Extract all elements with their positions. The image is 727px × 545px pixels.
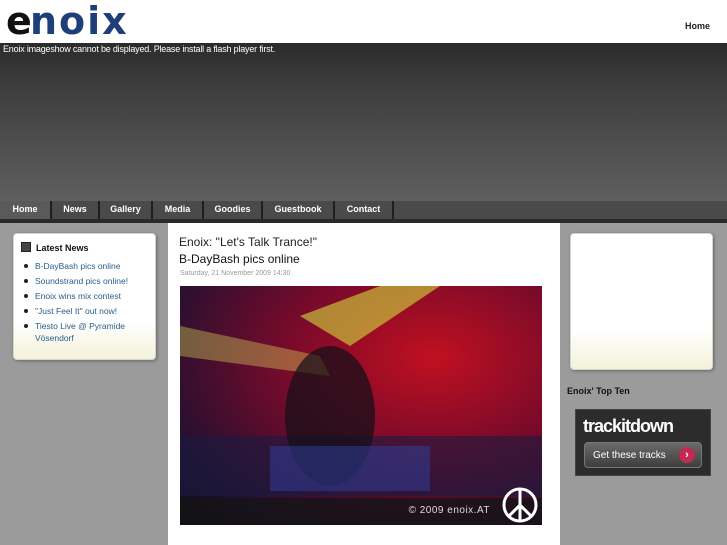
dj-photo[interactable]: © 2009 enoix.AT bbox=[180, 286, 542, 525]
get-tracks-label: Get these tracks bbox=[593, 450, 666, 461]
header-home-link[interactable]: Home bbox=[685, 21, 710, 31]
news-link[interactable]: "Just Feel It" out now! bbox=[22, 305, 152, 317]
enoix-logo[interactable]: e noix bbox=[6, 4, 196, 40]
nav-goodies[interactable]: Goodies bbox=[204, 201, 263, 219]
peace-icon bbox=[502, 487, 538, 523]
right-sidebar-box bbox=[570, 233, 713, 370]
arrow-right-icon: › bbox=[679, 447, 695, 463]
nav-contact[interactable]: Contact bbox=[335, 201, 394, 219]
article-heading: Enoix: "Let's Talk Trance!" bbox=[179, 235, 317, 249]
news-link[interactable]: Tiesto Live @ Pyramide Vösendorf bbox=[22, 320, 152, 344]
flash-message: Enoix imageshow cannot be displayed. Ple… bbox=[3, 44, 276, 54]
svg-text:noix: noix bbox=[30, 4, 129, 40]
latest-news-box: Latest News B-DayBash pics online Sounds… bbox=[13, 233, 156, 360]
nav-guestbook[interactable]: Guestbook bbox=[263, 201, 335, 219]
news-link[interactable]: Enoix wins mix contest bbox=[22, 290, 152, 302]
main-navigation: Home News Gallery Media Goodies Guestboo… bbox=[0, 201, 727, 219]
photo-caption: © 2009 enoix.AT bbox=[408, 505, 490, 516]
nav-home[interactable]: Home bbox=[0, 201, 52, 219]
main-content: Enoix: "Let's Talk Trance!" B-DayBash pi… bbox=[168, 223, 560, 545]
latest-news-title: Latest News bbox=[21, 242, 89, 253]
news-link[interactable]: B-DayBash pics online bbox=[22, 260, 152, 272]
nav-gallery[interactable]: Gallery bbox=[100, 201, 153, 219]
svg-text:e: e bbox=[6, 4, 31, 40]
nav-news[interactable]: News bbox=[52, 201, 100, 219]
trackitdown-banner[interactable]: trackitdown Get these tracks › bbox=[575, 409, 711, 476]
site-header: e noix Home bbox=[0, 0, 727, 43]
latest-news-list: B-DayBash pics online Soundstrand pics o… bbox=[22, 260, 152, 347]
nav-media[interactable]: Media bbox=[153, 201, 204, 219]
right-sidebar: Enoix' Top Ten trackitdown Get these tra… bbox=[560, 223, 727, 545]
news-link[interactable]: Soundstrand pics online! bbox=[22, 275, 152, 287]
top-ten-title: Enoix' Top Ten bbox=[567, 386, 630, 396]
photo-lights bbox=[180, 286, 542, 496]
flash-imageshow-area: Enoix imageshow cannot be displayed. Ple… bbox=[0, 43, 727, 201]
get-these-tracks-button[interactable]: Get these tracks › bbox=[584, 442, 702, 468]
trackitdown-logo: trackitdown bbox=[583, 416, 674, 436]
article-date: Saturday, 21 November 2009 14:30 bbox=[180, 270, 291, 277]
left-sidebar: Latest News B-DayBash pics online Sounds… bbox=[0, 223, 168, 545]
article-title[interactable]: B-DayBash pics online bbox=[179, 252, 300, 266]
